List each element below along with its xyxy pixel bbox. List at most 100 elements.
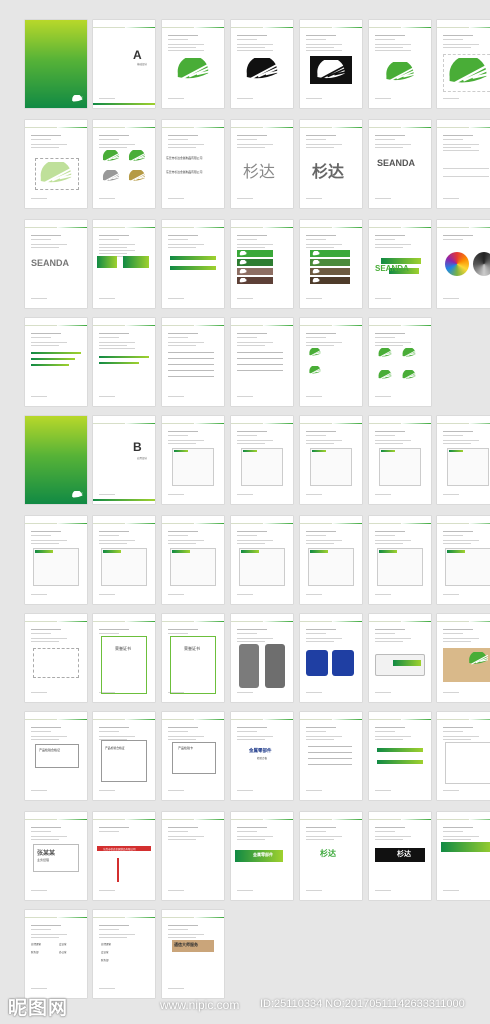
text-line: [306, 540, 342, 541]
gradient-bar: [31, 352, 81, 354]
banner-pole: [117, 858, 119, 882]
manual-page: [300, 416, 362, 504]
text-line: [168, 736, 204, 737]
page-header-accent: [401, 819, 431, 820]
text-line: [31, 839, 59, 840]
text-line: [31, 543, 59, 544]
page-footer-text: [99, 198, 115, 199]
page-header-accent: [332, 819, 362, 820]
stationery-sample: [308, 548, 354, 586]
manual-page: 杉达: [369, 812, 431, 900]
text-line: [306, 50, 342, 51]
stationery-sample: [172, 448, 214, 486]
page-footer-text: [375, 594, 391, 595]
page-title-bar: [99, 925, 129, 926]
text-line: [443, 641, 471, 642]
manual-page: [231, 318, 293, 406]
page-header-accent: [125, 27, 155, 28]
page-title-bar: [306, 827, 336, 828]
page-subtitle-bar: [237, 239, 257, 240]
text-line: [99, 348, 135, 349]
page-footer-text: [443, 594, 459, 595]
text-line: [306, 345, 334, 346]
page-header-accent: [194, 27, 224, 28]
seanda-logo-mark: [246, 58, 280, 80]
wordmark-cn-bold: 杉达: [312, 164, 345, 181]
text-line: [168, 345, 196, 346]
text-line: [99, 144, 135, 145]
page-title-bar: [443, 629, 473, 630]
page-title-bar: [99, 135, 129, 136]
page-header-accent: [194, 423, 224, 424]
page-footer-text: [168, 298, 184, 299]
page-title-bar: [375, 727, 405, 728]
watermark-logo: 昵图网: [8, 997, 69, 1019]
page-subtitle-bar: [375, 831, 395, 832]
text-line: [99, 345, 127, 346]
text-line: [99, 244, 135, 245]
page-footer-text: [375, 396, 391, 397]
text-line: [168, 443, 196, 444]
page-title-bar: [237, 333, 267, 334]
door-sign: 会议室: [101, 951, 109, 954]
page-header-accent: [401, 127, 431, 128]
page-title-bar: [168, 629, 198, 630]
page-title-bar: [31, 235, 61, 236]
manual-page: [25, 416, 87, 504]
page-title-bar: [168, 333, 198, 334]
text-line: [375, 345, 403, 346]
color-swatch: [97, 256, 117, 268]
text-line: [237, 739, 265, 740]
work-uniform-gray: [265, 644, 285, 688]
manual-page: [300, 318, 362, 406]
page-footer-text: [168, 790, 184, 791]
seanda-logo-mark: [402, 348, 417, 358]
page-footer-text: [99, 988, 115, 989]
page-header-accent: [194, 917, 224, 918]
page-header-accent: [332, 719, 362, 720]
page-title-bar: [237, 727, 267, 728]
stationery-header: [174, 450, 188, 452]
text-line: [237, 247, 265, 248]
text-line: [375, 739, 403, 740]
page-header-accent: [469, 719, 490, 720]
text-line: [237, 638, 273, 639]
product-label-title: 产品检验合格证: [105, 746, 125, 750]
manual-page: [437, 614, 490, 702]
page-footer-text: [443, 790, 459, 791]
page-header-accent: [263, 719, 293, 720]
text-line: [443, 47, 471, 48]
page-title-bar: [168, 135, 198, 136]
polo-shirt-blue: [332, 650, 354, 676]
section-subtitle: 应用部分: [137, 457, 148, 460]
spec-line: [168, 370, 214, 371]
page-title-bar: [99, 333, 129, 334]
text-line: [306, 543, 334, 544]
manual-page: [93, 516, 155, 604]
grid-guides: [35, 158, 79, 190]
page-subtitle-bar: [99, 831, 119, 832]
page-subtitle-bar: [443, 535, 463, 536]
spec-line: [237, 370, 283, 371]
text-line: [99, 247, 127, 248]
manual-page: [437, 416, 490, 504]
manual-page: [437, 516, 490, 604]
door-sign: 总经理室: [101, 943, 112, 946]
text-line: [306, 443, 334, 444]
page-title-bar: [168, 35, 198, 36]
certificate-title: 荣誉证书: [115, 646, 131, 651]
text-line: [443, 440, 479, 441]
text-line: [443, 540, 479, 541]
text-line: [375, 440, 411, 441]
page-subtitle-bar: [168, 435, 188, 436]
text-line: [31, 836, 67, 837]
manual-page: [300, 220, 362, 308]
text-line: [375, 641, 403, 642]
text-line: [237, 543, 265, 544]
text-line: [168, 50, 204, 51]
page-title-bar: [31, 531, 61, 532]
door-sign: 财务部: [31, 951, 39, 954]
text-line: [306, 147, 334, 148]
page-header-accent: [125, 917, 155, 918]
wordmark-en-outline: SEANDA: [31, 258, 70, 268]
